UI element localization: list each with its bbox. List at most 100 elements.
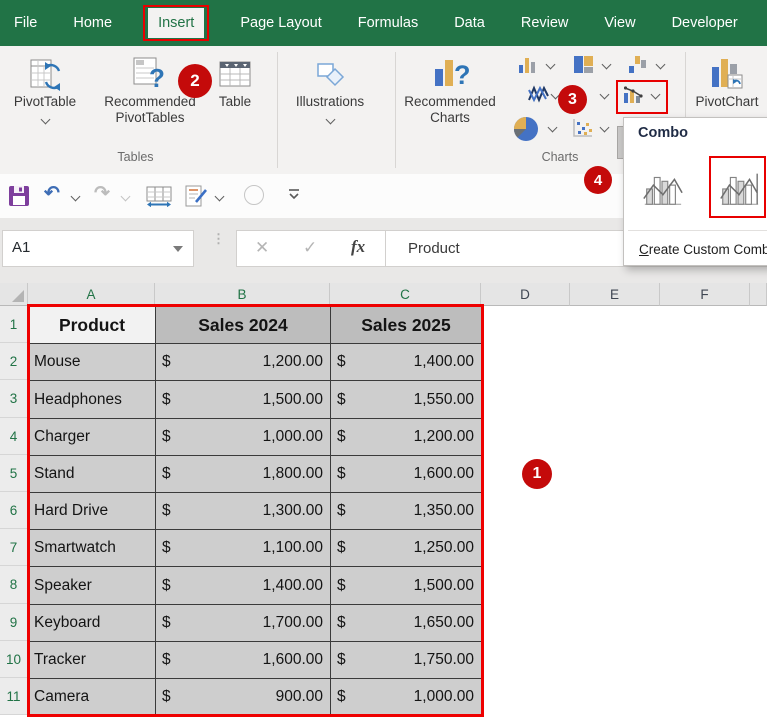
cell-C6[interactable]: $1,350.00	[330, 492, 482, 530]
enter-icon[interactable]: ✓	[303, 238, 317, 258]
waterfall-chart-button[interactable]	[629, 56, 648, 78]
combo-chart-chevron-icon[interactable]	[651, 90, 661, 100]
pivotchart-button[interactable]: PivotChart	[690, 54, 764, 110]
svg-text:?: ?	[454, 60, 469, 90]
tab-formulas[interactable]: Formulas	[358, 15, 418, 31]
col-header-C[interactable]: C	[330, 283, 481, 306]
cell-A9[interactable]: Keyboard	[28, 604, 156, 642]
column-chart-chevron-icon[interactable]	[546, 60, 556, 70]
autofit-columns-button[interactable]	[146, 186, 172, 212]
col-header-D[interactable]: D	[481, 283, 570, 306]
recommended-charts-button[interactable]: ? Recommended Charts	[398, 54, 502, 126]
scatter-chart-button[interactable]	[572, 118, 594, 143]
cell-A2[interactable]: Mouse	[28, 343, 156, 381]
cell-B1[interactable]: Sales 2024	[155, 306, 331, 344]
save-button[interactable]	[8, 185, 30, 212]
treemap-chart-chevron-icon[interactable]	[602, 60, 612, 70]
cell-C2[interactable]: $1,400.00	[330, 343, 482, 381]
cell-A5[interactable]: Stand	[28, 455, 156, 493]
cell-B6[interactable]: $1,300.00	[155, 492, 331, 530]
combo-clustered-column-line-secondary-axis-option[interactable]	[716, 165, 762, 211]
undo-chevron-icon[interactable]	[71, 192, 81, 202]
col-header-F[interactable]: F	[660, 283, 750, 306]
line-chart-button[interactable]	[528, 85, 549, 108]
cell-B9[interactable]: $1,700.00	[155, 604, 331, 642]
col-header-B[interactable]: B	[155, 283, 330, 306]
row-header-4[interactable]: 4	[0, 418, 28, 455]
cell-B8[interactable]: $1,400.00	[155, 566, 331, 605]
cell-B11[interactable]: $900.00	[155, 678, 331, 716]
cell-B7[interactable]: $1,100.00	[155, 529, 331, 567]
pivottable-button[interactable]: PivotTable	[8, 54, 82, 123]
cell-B5[interactable]: $1,800.00	[155, 455, 331, 493]
tab-insert[interactable]: Insert	[148, 8, 204, 38]
cell-A4[interactable]: Charger	[28, 418, 156, 456]
name-box[interactable]: A1	[2, 230, 194, 267]
cell-C3[interactable]: $1,550.00	[330, 380, 482, 419]
cell-B3[interactable]: $1,500.00	[155, 380, 331, 419]
select-all-corner[interactable]	[0, 283, 28, 306]
waterfall-chart-chevron-icon[interactable]	[656, 60, 666, 70]
cell-A10[interactable]: Tracker	[28, 641, 156, 679]
cell-A1[interactable]: Product	[28, 306, 156, 344]
col-header-partial[interactable]	[750, 283, 767, 306]
cell-A11[interactable]: Camera	[28, 678, 156, 716]
row-header-9[interactable]: 9	[0, 604, 28, 641]
row-header-6[interactable]: 6	[0, 492, 28, 529]
undo-button[interactable]: ↶	[44, 183, 60, 205]
tab-view[interactable]: View	[604, 15, 635, 31]
currency-symbol: $	[337, 353, 346, 371]
tab-home[interactable]: Home	[73, 15, 112, 31]
cell-B2[interactable]: $1,200.00	[155, 343, 331, 381]
pie-chart-button[interactable]	[513, 116, 539, 147]
tab-page-layout[interactable]: Page Layout	[240, 15, 321, 31]
cell-C5[interactable]: $1,600.00	[330, 455, 482, 493]
cell-C11[interactable]: $1,000.00	[330, 678, 482, 716]
name-box-chevron-icon[interactable]	[173, 246, 183, 252]
record-circle-icon[interactable]	[244, 185, 264, 205]
insert-function-icon[interactable]: fx	[351, 237, 365, 257]
form-edit-button[interactable]	[184, 185, 208, 212]
cell-B4[interactable]: $1,000.00	[155, 418, 331, 456]
row-header-7[interactable]: 7	[0, 529, 28, 566]
hidden-chart-chevron-icon[interactable]	[600, 90, 610, 100]
combo-clustered-column-line-option[interactable]	[639, 165, 685, 211]
row-header-11[interactable]: 11	[0, 678, 28, 715]
redo-button[interactable]: ↷	[94, 183, 110, 205]
tab-review[interactable]: Review	[521, 15, 569, 31]
tab-data[interactable]: Data	[454, 15, 485, 31]
cell-A8[interactable]: Speaker	[28, 566, 156, 605]
col-header-A[interactable]: A	[28, 283, 155, 306]
customize-qat-button[interactable]	[288, 188, 300, 206]
row-header-10[interactable]: 10	[0, 641, 28, 678]
cell-C8[interactable]: $1,500.00	[330, 566, 482, 605]
create-custom-combo-item[interactable]: Create Custom Combo Chart...	[624, 234, 767, 264]
row-header-5[interactable]: 5	[0, 455, 28, 492]
cell-C7[interactable]: $1,250.00	[330, 529, 482, 567]
cancel-icon[interactable]: ✕	[255, 238, 269, 258]
pie-chart-chevron-icon[interactable]	[548, 123, 558, 133]
recommended-charts-label-line1: Recommended	[404, 94, 496, 110]
cell-C4[interactable]: $1,200.00	[330, 418, 482, 456]
cell-C1[interactable]: Sales 2025	[330, 306, 482, 344]
treemap-chart-button[interactable]	[574, 56, 593, 78]
cell-C10[interactable]: $1,750.00	[330, 641, 482, 679]
illustrations-button[interactable]: Illustrations	[280, 54, 380, 123]
cell-A7[interactable]: Smartwatch	[28, 529, 156, 567]
cell-C9[interactable]: $1,650.00	[330, 604, 482, 642]
row-header-3[interactable]: 3	[0, 380, 28, 418]
cell-B10[interactable]: $1,600.00	[155, 641, 331, 679]
col-header-E[interactable]: E	[570, 283, 660, 306]
cell-A6[interactable]: Hard Drive	[28, 492, 156, 530]
column-chart-button[interactable]	[519, 56, 538, 78]
row-header-1[interactable]: 1	[0, 306, 28, 343]
row-header-2[interactable]: 2	[0, 343, 28, 380]
table-button[interactable]: Table	[207, 54, 263, 110]
tab-file[interactable]: File	[14, 15, 37, 31]
tab-developer[interactable]: Developer	[672, 15, 738, 31]
scatter-chart-chevron-icon[interactable]	[600, 123, 610, 133]
resize-dots-icon[interactable]: ⋮	[212, 234, 225, 243]
cell-A3[interactable]: Headphones	[28, 380, 156, 419]
row-header-8[interactable]: 8	[0, 566, 28, 604]
form-edit-chevron-icon[interactable]	[215, 192, 225, 202]
